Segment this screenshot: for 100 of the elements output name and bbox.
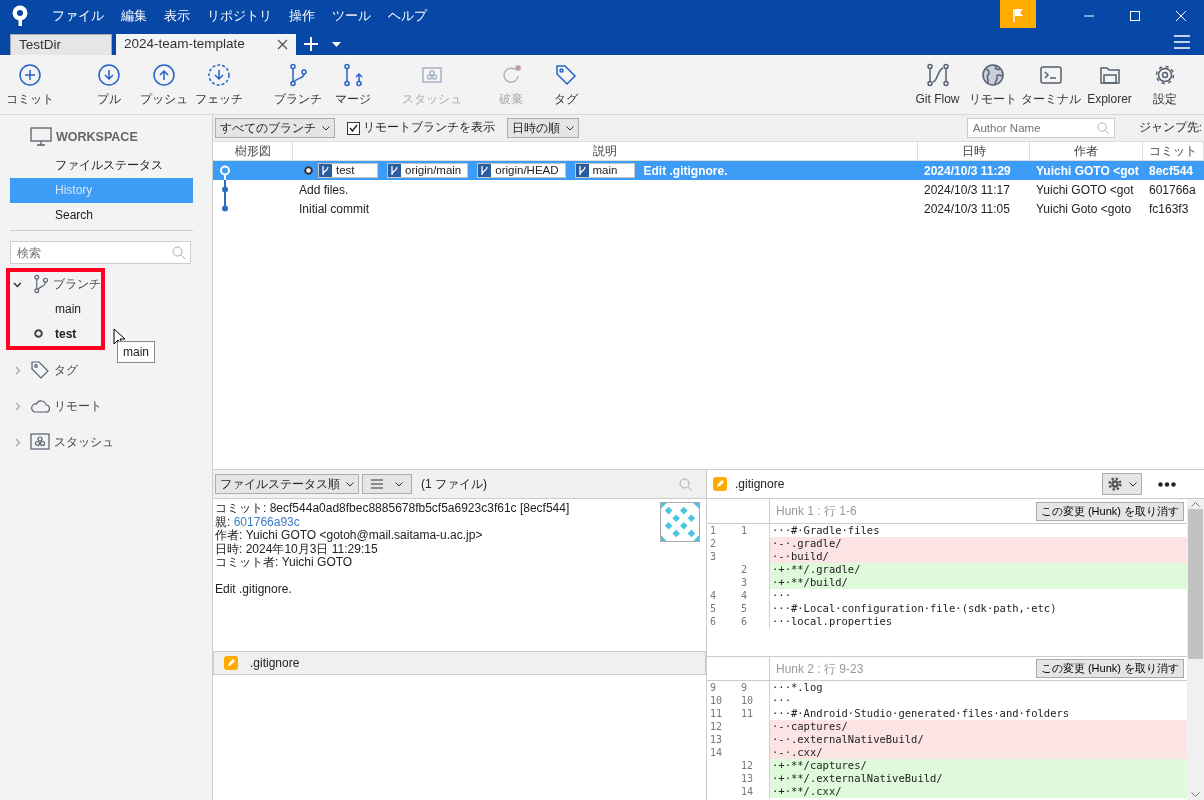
author-cell-text: Yuichi Goto <goto (1035, 200, 1133, 218)
line-number: 3 (740, 576, 749, 589)
author-cell-text: Yuichi GOTO <got (1035, 162, 1140, 180)
maximize-icon[interactable] (1129, 10, 1141, 22)
checkbox[interactable] (347, 121, 360, 135)
scroll-thumb[interactable] (1188, 509, 1203, 659)
column-header[interactable]: 日時 (918, 142, 1030, 160)
author-search-field[interactable]: Author Name (966, 118, 1115, 138)
column-header[interactable]: コミット (1143, 142, 1204, 160)
date-cell-text: 2024/10/3 11:05 (923, 200, 1011, 218)
line-number: 1 (709, 524, 718, 537)
toolbar-button[interactable]: ターミナル (1020, 55, 1082, 114)
scrollbar[interactable] (1187, 499, 1204, 800)
menu-item[interactable]: ツール (332, 6, 371, 26)
scroll-up-icon[interactable] (1191, 502, 1200, 507)
discard-hunk-button[interactable]: この変更 (Hunk) を取り消す (1035, 659, 1184, 678)
chevron-right-icon[interactable] (13, 365, 22, 375)
discard-hunk-button[interactable]: この変更 (Hunk) を取り消す (1035, 501, 1184, 521)
modified-file-icon (713, 477, 727, 491)
toolbar-button[interactable]: 設定 (1137, 55, 1192, 114)
view-mode-dropdown[interactable] (362, 474, 412, 494)
menu-item[interactable]: 表示 (164, 6, 190, 26)
branch-icon (575, 164, 589, 177)
chevron-right-icon[interactable] (13, 401, 22, 411)
branch-item[interactable]: main (55, 299, 81, 318)
line-number: 14 (740, 785, 755, 798)
tree-label[interactable]: ブランチ (53, 275, 101, 293)
search-field[interactable]: 検索 (10, 241, 191, 264)
repo-tab[interactable]: TestDir (10, 34, 112, 55)
menu-item[interactable]: 操作 (289, 6, 315, 26)
code-line: ···#·Local·configuration·file·(sdk·path,·etc) (771, 602, 1058, 615)
code-line: ···#·Gradle·files (771, 524, 881, 537)
settings-dropdown[interactable] (1102, 473, 1142, 495)
tag-icon (30, 360, 50, 380)
column-header[interactable]: 説明 (293, 142, 918, 160)
menu-icon[interactable] (1174, 35, 1190, 49)
menu-item[interactable]: リポジトリ (207, 6, 272, 26)
column-header[interactable]: 作者 (1030, 142, 1143, 160)
tree-label[interactable]: リモート (54, 397, 102, 415)
line-number: 6 (740, 615, 749, 628)
sidebar-item[interactable]: ファイルステータス (10, 153, 193, 178)
line-number: 5 (709, 602, 718, 615)
line-number: 4 (740, 589, 749, 602)
tree-label[interactable]: スタッシュ (54, 433, 114, 451)
commit-row[interactable]: Add files. 2024/10/3 11:17 Yuichi GOTO <got 601766a (213, 180, 1204, 199)
commit-row[interactable]: test origin/main origin/HEAD main Edit .gitignore. 2024/10/3 11:29 Yuichi GOTO <got 8ecf544 (213, 161, 1204, 180)
line-number: 6 (709, 615, 718, 628)
monitor-icon (30, 127, 52, 147)
sort-order-dropdown[interactable]: 日時の順 (507, 118, 579, 138)
field-label: 作者: (215, 528, 243, 542)
menu-item[interactable]: 編集 (121, 6, 147, 26)
code-line: ··· (771, 694, 792, 707)
column-header[interactable]: 樹形図 (213, 142, 293, 160)
toolbar-button[interactable]: コミット (2, 55, 57, 114)
caret-icon (1129, 481, 1137, 487)
field-label: 日時: (215, 541, 243, 556)
toolbar-button[interactable]: フェッチ (191, 55, 246, 114)
toolbar-button[interactable]: リモート (965, 55, 1020, 114)
toolbar-button[interactable]: プル (81, 55, 136, 114)
commit-row[interactable]: Initial commit 2024/10/3 11:05 Yuichi Goto <goto fc163f3 (213, 199, 1204, 218)
commit-hash-cell-text: fc163f3 (1148, 200, 1190, 218)
parent-commit-link[interactable]: 601766a93c (233, 514, 300, 529)
checkbox-label: リモートブランチを表示 (363, 120, 495, 136)
field-value: 8ecf544a0ad8fbec8885678fb5cf5a6923c3f61c [8ecf544] (269, 501, 570, 515)
branch-filter-dropdown[interactable]: すべてのブランチ (215, 118, 335, 138)
line-number: 2 (709, 537, 718, 550)
toolbar-button[interactable]: マージ (325, 55, 380, 114)
chevron-right-icon[interactable] (13, 437, 22, 447)
repo-tab[interactable]: 2024-team-template (116, 34, 296, 55)
file-row[interactable]: .gitignore (213, 651, 706, 675)
tooltip: main (117, 341, 155, 363)
menu-item[interactable]: ヘルプ (388, 6, 427, 26)
line-number: 9 (740, 681, 749, 694)
toolbar-button[interactable]: Explorer (1082, 55, 1137, 114)
more-icon (1158, 482, 1176, 488)
globe-icon (980, 63, 1005, 87)
toolbar-button[interactable]: ブランチ (270, 55, 325, 114)
sidebar-item[interactable]: Search (10, 203, 193, 228)
scroll-down-icon[interactable] (1191, 792, 1200, 797)
line-number: 13 (740, 772, 755, 785)
caret-icon[interactable] (332, 42, 341, 47)
toolbar-button[interactable]: プッシュ (136, 55, 191, 114)
close-icon[interactable] (277, 39, 288, 50)
sort-dropdown[interactable]: ファイルステータス順 (215, 474, 359, 494)
toolbar-button[interactable]: タグ (538, 55, 593, 114)
field-value: 2024年10月3日 11:29:15 (245, 541, 378, 556)
add-icon[interactable] (304, 37, 318, 51)
terminal-icon (1039, 63, 1063, 87)
field-label: 親: (215, 514, 231, 529)
line-number: 3 (709, 550, 718, 563)
section-title: WORKSPACE (56, 128, 138, 146)
field-value: Yuichi GOTO (281, 555, 353, 569)
tree-label[interactable]: タグ (54, 361, 78, 379)
branch-item[interactable]: test (55, 324, 77, 343)
line-number: 2 (740, 563, 749, 576)
toolbar-button[interactable]: Git Flow (910, 55, 965, 114)
menu-item[interactable]: ファイル (52, 6, 104, 26)
caret-icon (566, 125, 574, 131)
line-number: 13 (709, 733, 724, 746)
line-number: 5 (740, 602, 749, 615)
